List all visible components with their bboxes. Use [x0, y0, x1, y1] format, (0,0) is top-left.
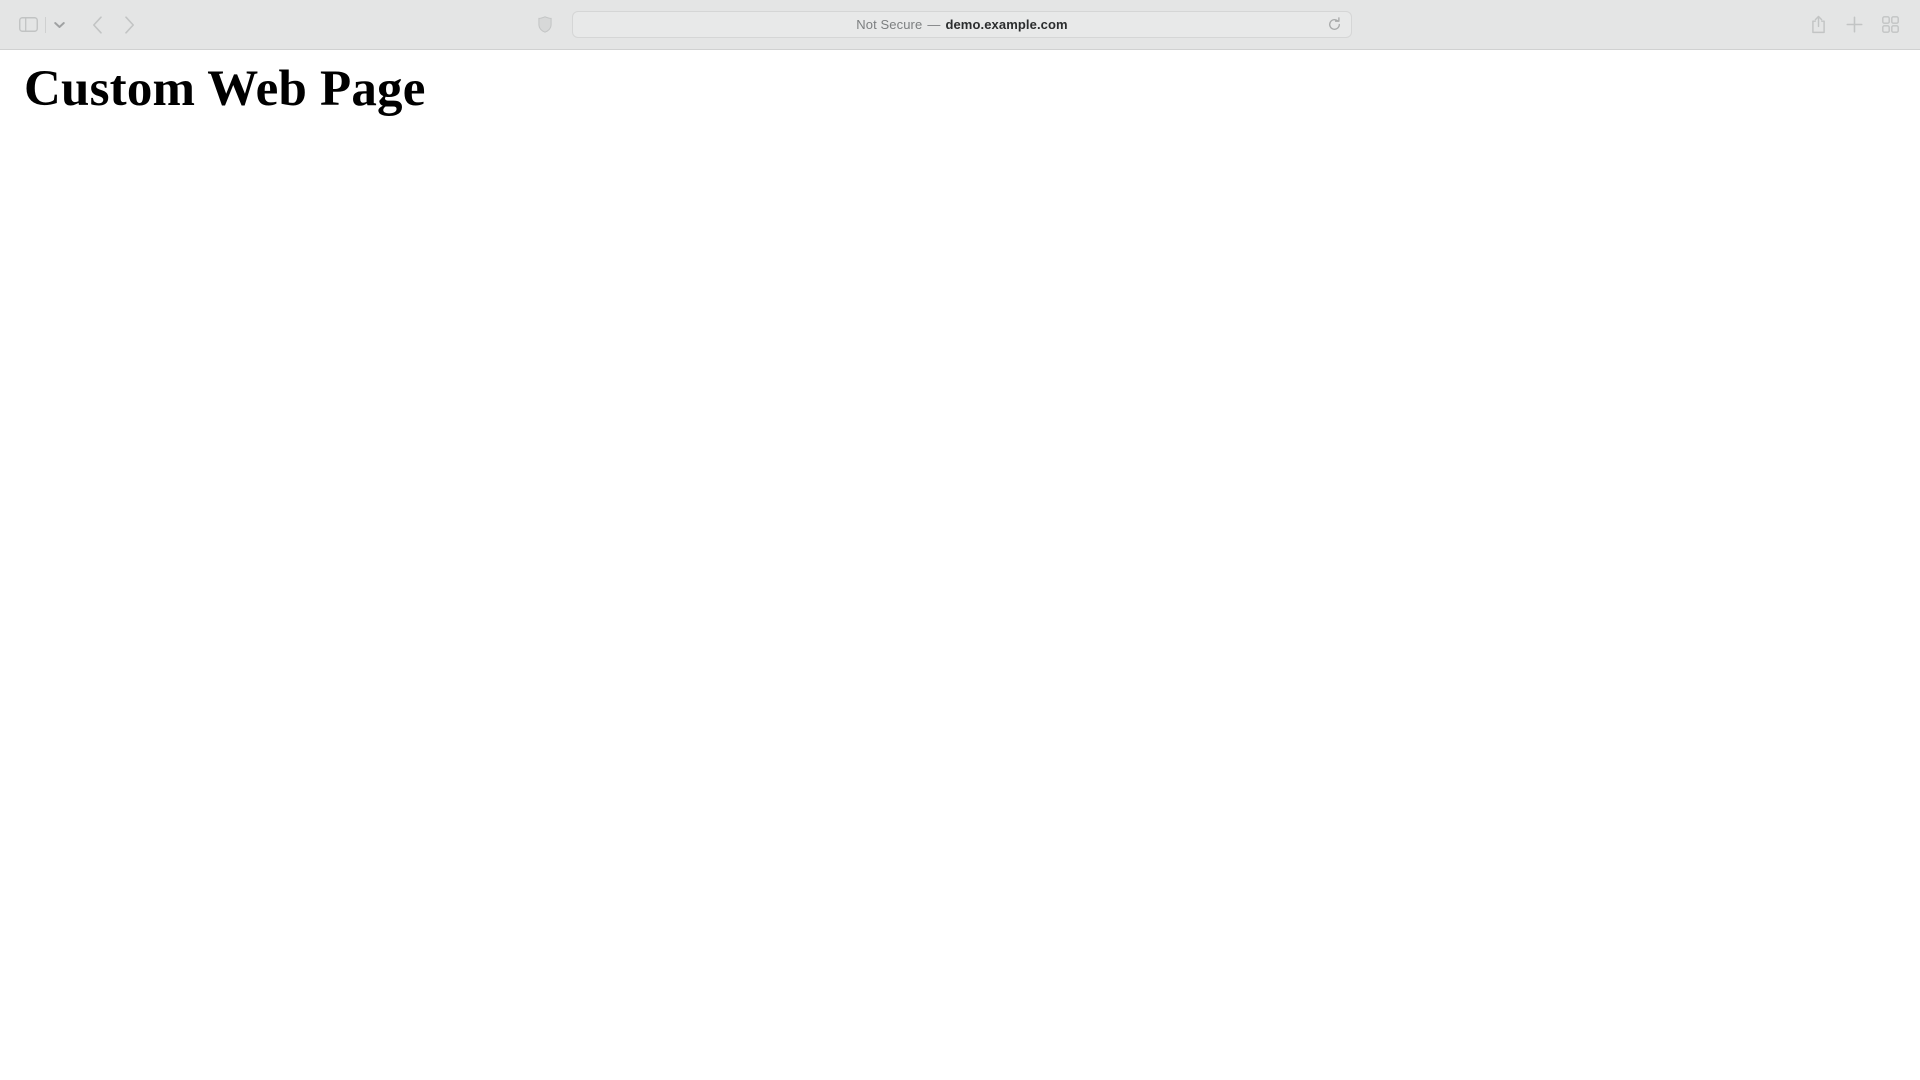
shield-icon [538, 16, 552, 33]
grid-icon [1881, 16, 1899, 33]
sidebar-toggle-button[interactable] [13, 11, 43, 39]
reload-icon [1327, 17, 1342, 32]
chevron-right-icon [124, 15, 135, 34]
toolbar-center-group: Not Secure — demo.example.com [530, 0, 1352, 49]
address-separator: — [927, 17, 941, 32]
share-button[interactable] [1800, 11, 1836, 39]
toolbar-left-group [0, 0, 145, 49]
back-button[interactable] [81, 11, 113, 39]
toolbar-right-group [1800, 0, 1920, 49]
chevron-down-icon [53, 21, 65, 29]
privacy-report-button[interactable] [530, 11, 560, 39]
page-title: Custom Web Page [24, 61, 426, 117]
address-bar[interactable]: Not Secure — demo.example.com [572, 11, 1352, 38]
browser-toolbar: Not Secure — demo.example.com [0, 0, 1920, 50]
chevron-left-icon [92, 15, 103, 34]
tab-overview-button[interactable] [1872, 11, 1908, 39]
forward-button[interactable] [113, 11, 145, 39]
browser-window: Not Secure — demo.example.com Custom Web… [0, 0, 1920, 1080]
share-icon [1811, 15, 1826, 34]
address-bar-text: Not Secure — demo.example.com [856, 17, 1067, 32]
page-content-area: Custom Web Page [0, 50, 1920, 1080]
security-status-label: Not Secure [856, 17, 923, 32]
plus-icon [1845, 16, 1863, 33]
sidebar-icon [18, 17, 38, 32]
toolbar-divider [45, 16, 46, 33]
address-host-label: demo.example.com [945, 17, 1068, 32]
sidebar-dropdown-button[interactable] [49, 11, 69, 39]
new-tab-button[interactable] [1836, 11, 1872, 39]
reload-button[interactable] [1324, 15, 1344, 35]
